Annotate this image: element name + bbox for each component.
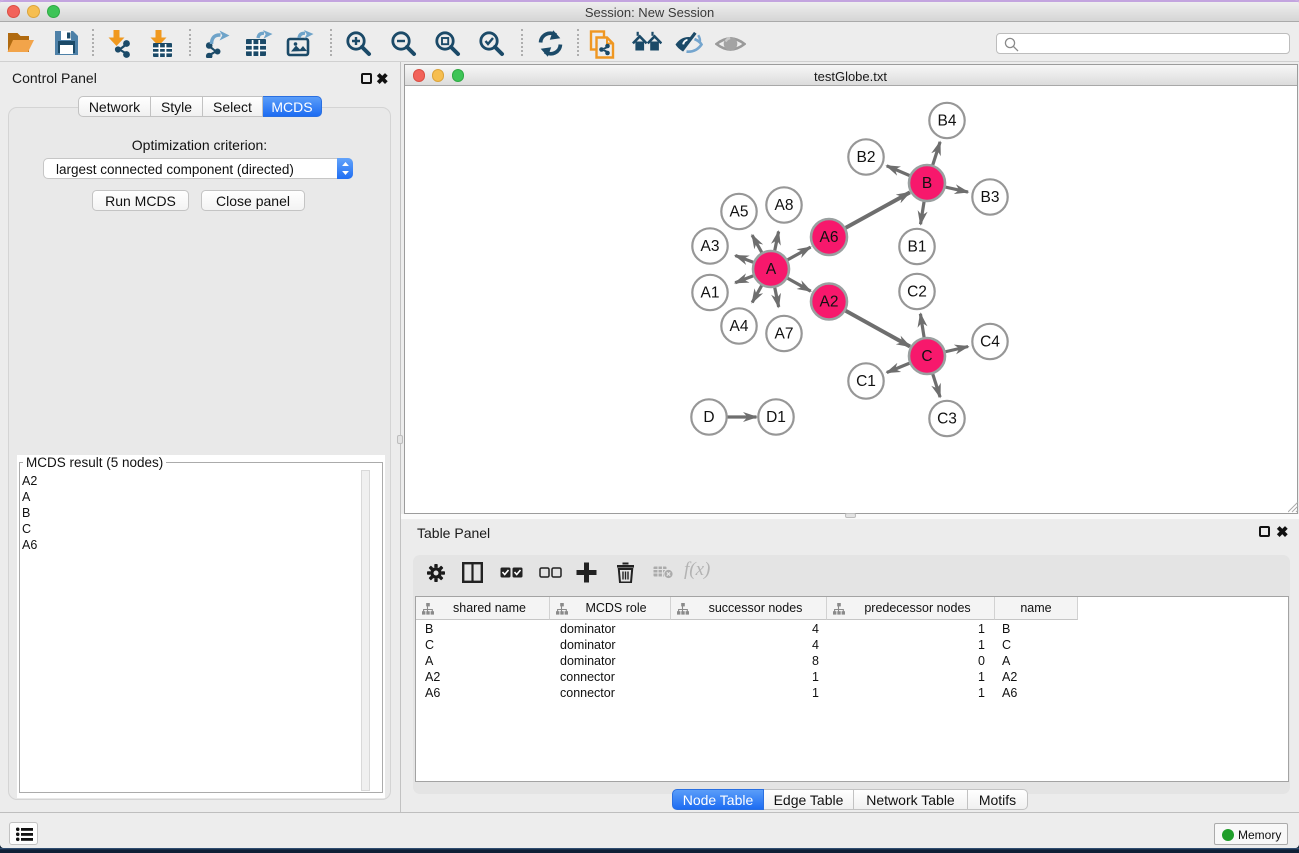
svg-text:A7: A7 [775,326,794,343]
svg-text:A4: A4 [730,318,749,335]
svg-text:A6: A6 [820,229,839,246]
svg-text:B4: B4 [938,113,957,130]
svg-text:A3: A3 [701,238,720,255]
svg-text:A5: A5 [730,204,749,221]
svg-text:A1: A1 [701,285,720,302]
svg-text:A8: A8 [775,197,794,214]
svg-text:B1: B1 [908,239,927,256]
svg-text:B2: B2 [857,149,876,166]
svg-text:C3: C3 [937,411,957,428]
svg-text:D1: D1 [766,409,786,426]
svg-text:C1: C1 [856,373,876,390]
svg-text:C2: C2 [907,284,927,301]
svg-text:C: C [921,348,932,365]
svg-text:A2: A2 [820,294,839,311]
svg-text:B: B [922,175,932,192]
svg-text:C4: C4 [980,334,1000,351]
svg-text:D: D [703,409,714,426]
svg-text:A: A [766,261,777,278]
svg-text:B3: B3 [981,189,1000,206]
